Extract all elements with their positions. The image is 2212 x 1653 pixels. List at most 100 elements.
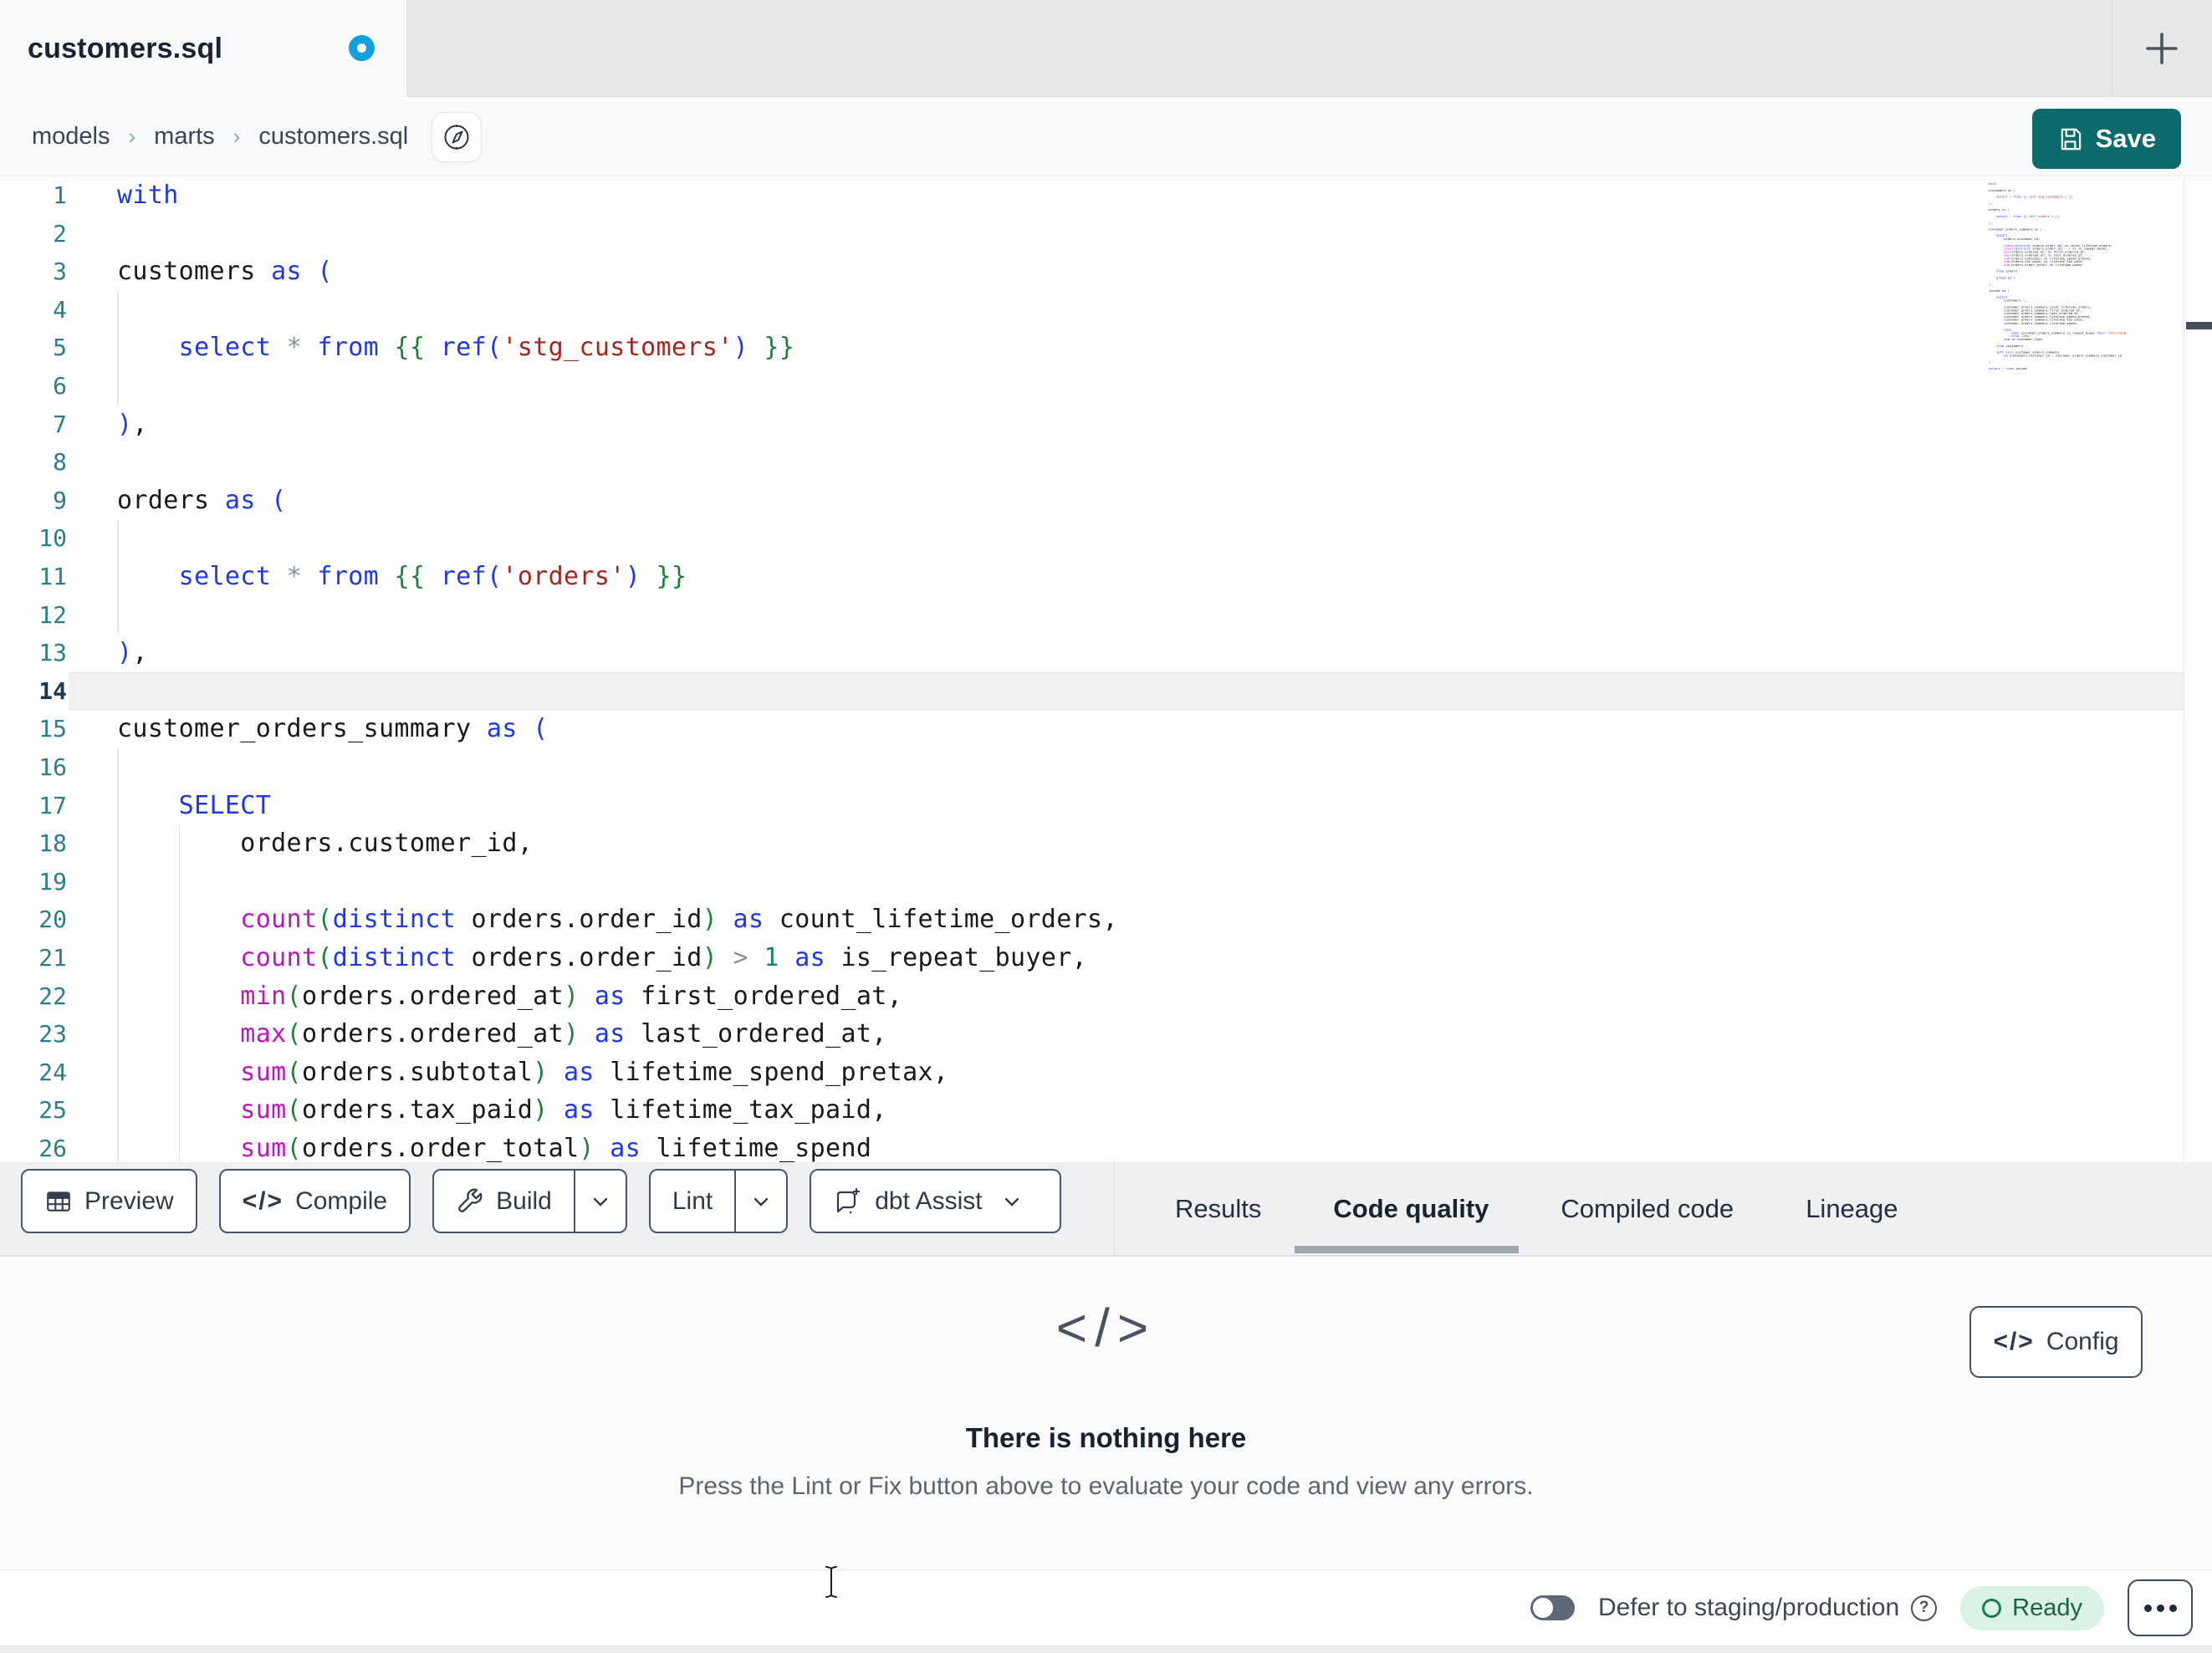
code-line[interactable]: 8	[0, 443, 1989, 482]
code-line[interactable]: 18 orders.customer_id,	[0, 824, 1989, 863]
code-line[interactable]: 19	[0, 863, 1989, 901]
dbt-assist-label: dbt Assist	[875, 1186, 983, 1215]
code-line[interactable]: 14	[0, 672, 1989, 711]
code-text: orders.customer_id,	[240, 829, 534, 859]
wrench-icon	[456, 1187, 484, 1216]
build-dropdown-button[interactable]	[573, 1171, 626, 1232]
code-line[interactable]: 23 max(orders.ordered_at) as last_ordere…	[0, 1015, 1989, 1054]
code-line[interactable]: 17 SELECT	[0, 787, 1989, 825]
code-line[interactable]: 4	[0, 291, 1989, 329]
chevron-down-icon	[994, 1171, 1038, 1232]
code-text: ),	[117, 409, 148, 439]
dot-icon	[2169, 1604, 2177, 1612]
code-line[interactable]: 6	[0, 367, 1989, 406]
code-line[interactable]: 16	[0, 748, 1989, 787]
code-line[interactable]: 3 customers as (	[0, 253, 1989, 291]
compile-button[interactable]: </> Compile	[218, 1169, 411, 1233]
code-line[interactable]: 15 customer_orders_summary as (	[0, 710, 1989, 748]
chevron-down-icon	[750, 1191, 772, 1212]
lint-dropdown-button[interactable]	[734, 1171, 786, 1232]
code-text: count(distinct orders.order_id) > 1 as i…	[240, 943, 1088, 972]
tab-code-quality[interactable]: Code quality	[1333, 1194, 1489, 1224]
code-line[interactable]: 12	[0, 596, 1989, 635]
code-line[interactable]: 20 count(distinct orders.order_id) as co…	[0, 900, 1989, 939]
ready-label: Ready	[2012, 1594, 2082, 1621]
tab-customers-sql[interactable]: customers.sql	[0, 0, 406, 98]
preview-label: Preview	[84, 1186, 174, 1215]
toolbar-separator	[1114, 1162, 1115, 1255]
plus-icon	[2143, 29, 2181, 68]
toolbar-buttons: Preview </> Compile Build Lint dbt Assis…	[21, 1169, 1061, 1233]
code-text: select * from {{ ref('stg_customers') }}	[178, 333, 795, 363]
active-tab-underline	[1295, 1246, 1519, 1253]
line-number: 14	[38, 676, 67, 705]
minimap-content: with customers as ( select * from {{ ref…	[1989, 182, 2128, 370]
line-number: 6	[53, 372, 67, 400]
defer-label-group: Defer to staging/production ?	[1598, 1594, 1938, 1622]
code-line[interactable]: 22 min(orders.ordered_at) as first_order…	[0, 977, 1989, 1016]
dbt-assist-button[interactable]: dbt Assist	[810, 1169, 1061, 1233]
code-editor[interactable]: 1 with 2 3 customers as (4 5 select * from {{…	[0, 176, 2212, 1162]
new-tab-button[interactable]	[2134, 21, 2189, 76]
code-icon: </>	[1993, 1328, 2035, 1355]
help-icon[interactable]: ?	[1911, 1594, 1938, 1621]
config-button[interactable]: </> Config	[1969, 1306, 2143, 1378]
code-line[interactable]: 25 sum(orders.tax_paid) as lifetime_tax_…	[0, 1091, 1989, 1130]
code-text: max(orders.ordered_at) as last_ordered_a…	[240, 1019, 887, 1049]
tab-results[interactable]: Results	[1175, 1194, 1261, 1224]
code-icon: </>	[242, 1186, 284, 1215]
ready-circle-icon	[1982, 1598, 2002, 1618]
code-line[interactable]: 7),	[0, 406, 1989, 444]
code-line[interactable]: 2	[0, 215, 1989, 253]
preview-button[interactable]: Preview	[21, 1169, 197, 1233]
code-text: select * from {{ ref('orders') }}	[178, 562, 687, 591]
code-line[interactable]: 11 select * from {{ ref('orders') }}	[0, 558, 1989, 596]
dot-icon	[2156, 1604, 2164, 1612]
dbt-ide-window: customers.sql models › marts › customers…	[0, 0, 2212, 1653]
lint-button[interactable]: Lint	[648, 1169, 789, 1233]
code-text: orders as (	[117, 485, 287, 515]
dot-icon	[2143, 1604, 2152, 1612]
bottom-strip	[0, 1645, 2212, 1653]
breadcrumb-marts[interactable]: marts	[154, 123, 215, 151]
save-icon	[2057, 126, 2083, 152]
code-text: sum(orders.tax_paid) as lifetime_tax_pai…	[240, 1095, 887, 1125]
code-line[interactable]: 26 sum(orders.order_total) as lifetime_s…	[0, 1130, 1989, 1162]
scrollbar-thumb[interactable]	[2186, 322, 2212, 329]
more-options-button[interactable]	[2128, 1579, 2193, 1636]
code-line[interactable]: 10	[0, 519, 1989, 558]
line-number: 2	[53, 219, 67, 247]
table-icon	[44, 1187, 73, 1216]
editor-toolbar: Preview </> Compile Build Lint dbt Assis…	[0, 1162, 2212, 1257]
empty-state-title: There is nothing here	[965, 1422, 1247, 1453]
line-number: 5	[53, 334, 67, 362]
compile-label: Compile	[295, 1186, 388, 1215]
code-line[interactable]: 5 select * from {{ ref('stg_customers') …	[0, 329, 1989, 367]
code-line[interactable]: 13),	[0, 634, 1989, 672]
tab-lineage[interactable]: Lineage	[1806, 1194, 1898, 1224]
status-bar: Defer to staging/production ? Ready	[0, 1569, 2212, 1645]
editor-scrollbar[interactable]	[2184, 176, 2212, 1162]
code-line[interactable]: 21 count(distinct orders.order_id) > 1 a…	[0, 939, 1989, 977]
code-text: customer_orders_summary as (	[117, 714, 549, 744]
line-number: 11	[38, 563, 67, 590]
line-number: 13	[38, 639, 67, 667]
line-number: 22	[38, 982, 67, 1010]
code-line[interactable]: 1 with	[0, 176, 1989, 215]
text-cursor-icon	[824, 1565, 839, 1599]
minimap[interactable]: with customers as ( select * from {{ ref…	[1989, 182, 2181, 400]
tab-title: customers.sql	[28, 33, 223, 64]
tab-compiled-code[interactable]: Compiled code	[1561, 1194, 1734, 1224]
code-text: ),	[117, 638, 148, 668]
defer-toggle[interactable]	[1530, 1595, 1575, 1620]
save-button[interactable]: Save	[2031, 109, 2181, 169]
line-number: 3	[53, 258, 67, 286]
breadcrumb-models[interactable]: models	[32, 123, 110, 151]
breadcrumb-bar: models › marts › customers.sql Save	[0, 98, 2212, 176]
lint-label: Lint	[672, 1186, 713, 1215]
code-line[interactable]: 9 orders as (	[0, 482, 1989, 520]
build-button[interactable]: Build	[432, 1169, 627, 1233]
lineage-compass-button[interactable]	[432, 111, 483, 162]
code-line[interactable]: 24 sum(orders.subtotal) as lifetime_spen…	[0, 1054, 1989, 1092]
compass-icon	[442, 122, 472, 152]
